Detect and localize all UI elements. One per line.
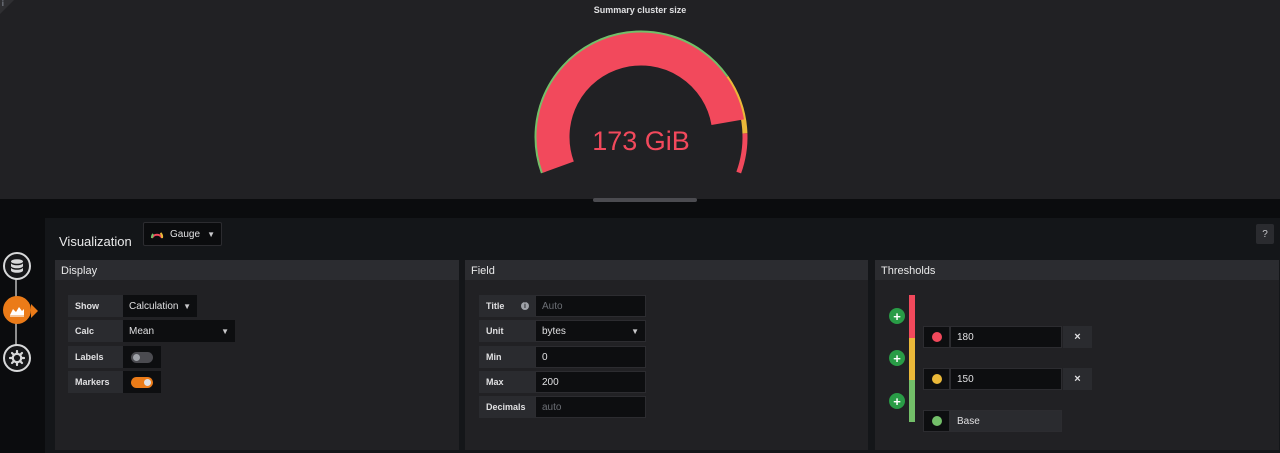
add-threshold-button[interactable]: + <box>889 350 905 366</box>
threshold-color-picker[interactable] <box>923 326 950 348</box>
calc-select-value: Mean <box>129 325 155 337</box>
rail-general-button[interactable] <box>3 344 31 372</box>
chevron-down-icon: ▼ <box>631 326 639 336</box>
calc-row: Calc Mean ▼ <box>68 320 235 342</box>
markers-toggle-wrap <box>123 371 161 393</box>
rail-queries-button[interactable] <box>3 252 31 280</box>
chevron-down-icon: ▼ <box>207 229 215 239</box>
chevron-down-icon: ▼ <box>183 301 191 311</box>
field-section: Field Title i Auto Unit bytes ▼ Min 0 Ma… <box>465 260 868 450</box>
gear-icon <box>9 350 25 366</box>
color-dot <box>931 374 942 384</box>
threshold-bar-yellow <box>909 338 915 380</box>
threshold-value-input[interactable]: 180 <box>950 326 1062 348</box>
database-icon <box>11 259 23 273</box>
display-section: Display Show Calculation ▼ Calc Mean ▼ L… <box>55 260 459 450</box>
calc-label: Calc <box>68 320 123 342</box>
help-button[interactable]: ? <box>1256 224 1274 244</box>
threshold-bar-green <box>909 380 915 422</box>
labels-toggle-wrap <box>123 346 161 368</box>
gauge-panel: i Summary cluster size 173 GiB <box>0 0 1280 202</box>
threshold-value-input[interactable]: 150 <box>950 368 1062 390</box>
show-label: Show <box>68 295 123 317</box>
unit-select-value: bytes <box>542 325 566 337</box>
threshold-bar-red <box>909 295 915 338</box>
toggle-knob <box>144 378 151 386</box>
visualization-heading: Visualization <box>59 234 132 249</box>
thresholds-section-title: Thresholds <box>875 260 1279 280</box>
unit-select[interactable]: bytes ▼ <box>535 320 646 342</box>
panel-resize-handle[interactable] <box>593 198 697 202</box>
unit-row: Unit bytes ▼ <box>479 320 646 342</box>
toggle-knob <box>133 353 140 361</box>
panel-editor: Visualization Gauge ▼ ? Display Show Cal… <box>45 218 1280 453</box>
decimals-input[interactable]: auto <box>535 396 646 418</box>
min-row: Min 0 <box>479 346 646 368</box>
threshold-row: 180 × <box>923 326 1092 348</box>
color-dot <box>931 332 942 342</box>
remove-threshold-button[interactable]: × <box>1063 368 1092 390</box>
rail-visualization-button[interactable] <box>3 296 31 324</box>
markers-toggle[interactable] <box>131 376 153 388</box>
chevron-down-icon: ▼ <box>221 326 229 336</box>
title-label-text: Title <box>486 301 505 311</box>
show-row: Show Calculation ▼ <box>68 295 197 317</box>
remove-threshold-button[interactable]: × <box>1063 326 1092 348</box>
threshold-row: 150 × <box>923 368 1092 390</box>
threshold-row: Base <box>923 410 1062 432</box>
unit-label: Unit <box>479 320 535 342</box>
rail-active-arrow <box>31 304 38 318</box>
gauge-threshold-red <box>736 133 748 174</box>
decimals-row: Decimals auto <box>479 396 646 418</box>
visualization-picker-label: Gauge <box>170 228 201 240</box>
max-row: Max 200 <box>479 371 646 393</box>
show-select-value: Calculation <box>129 300 179 312</box>
labels-row: Labels <box>68 346 161 368</box>
gauge-value-text: 173 GiB <box>592 126 690 156</box>
title-row: Title i Auto <box>479 295 646 317</box>
labels-toggle[interactable] <box>131 351 153 363</box>
threshold-color-picker[interactable] <box>923 410 950 432</box>
info-icon[interactable]: i <box>521 302 529 310</box>
show-select[interactable]: Calculation ▼ <box>123 295 197 317</box>
max-label: Max <box>479 371 535 393</box>
editor-rail <box>0 206 44 453</box>
add-threshold-button[interactable]: + <box>889 393 905 409</box>
title-label: Title i <box>479 295 535 317</box>
markers-label: Markers <box>68 371 123 393</box>
color-dot <box>931 416 942 426</box>
markers-row: Markers <box>68 371 161 393</box>
min-input[interactable]: 0 <box>535 346 646 368</box>
calc-select[interactable]: Mean ▼ <box>123 320 235 342</box>
min-label: Min <box>479 346 535 368</box>
labels-label: Labels <box>68 346 123 368</box>
threshold-base-label: Base <box>950 410 1062 432</box>
chart-icon <box>10 307 24 317</box>
visualization-picker[interactable]: Gauge ▼ <box>143 222 222 246</box>
gauge-icon <box>150 232 164 239</box>
title-input[interactable]: Auto <box>535 295 646 317</box>
decimals-label: Decimals <box>479 396 535 418</box>
threshold-color-picker[interactable] <box>923 368 950 390</box>
gauge-chart: 173 GiB <box>534 30 748 174</box>
display-section-title: Display <box>55 260 459 280</box>
field-section-title: Field <box>465 260 868 280</box>
max-input[interactable]: 200 <box>535 371 646 393</box>
add-threshold-button[interactable]: + <box>889 308 905 324</box>
thresholds-section: Thresholds + + + 180 × 150 × Base <box>875 260 1279 450</box>
